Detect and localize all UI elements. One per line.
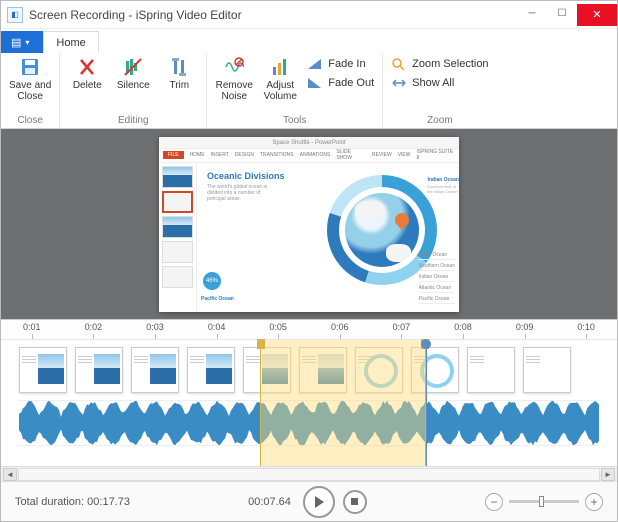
- preview-content: Space Shuttle - PowerPoint FILE HOME INS…: [159, 137, 459, 312]
- stop-button[interactable]: [343, 490, 367, 514]
- track-area: [1, 340, 617, 466]
- preview-area: Space Shuttle - PowerPoint FILE HOME INS…: [1, 129, 617, 319]
- fade-out-icon: [307, 75, 323, 91]
- timeline-ruler[interactable]: 0:010:020:030:040:050:060:070:080:090:10: [1, 320, 617, 340]
- scroll-right-button[interactable]: ►: [601, 468, 615, 481]
- zoom-slider[interactable]: [509, 500, 579, 503]
- ribbon: Save and Close Close Delete Silence Trim…: [1, 53, 617, 129]
- ribbon-group-tools: Remove Noise Adjust Volume Fade In Fade …: [207, 53, 383, 128]
- delete-button[interactable]: Delete: [68, 56, 106, 91]
- app-icon: ◧: [7, 7, 23, 23]
- playhead[interactable]: [426, 340, 427, 466]
- titlebar: ◧ Screen Recording - iSpring Video Edito…: [1, 1, 617, 29]
- zoom-slider-thumb[interactable]: [539, 496, 544, 507]
- video-frame: [467, 347, 515, 393]
- fade-in-button[interactable]: Fade In: [307, 56, 374, 72]
- video-frame: [19, 347, 67, 393]
- trim-icon: [168, 56, 190, 78]
- selection-handle-left[interactable]: [257, 339, 265, 349]
- save-and-close-button[interactable]: Save and Close: [9, 56, 51, 102]
- scroll-track[interactable]: [18, 468, 600, 481]
- current-time: 00:07.64: [248, 496, 291, 508]
- slide-legend: Arctic Ocean Southern Ocean Indian Ocean…: [419, 251, 455, 304]
- play-button[interactable]: [303, 486, 335, 518]
- ppt-slide: Oceanic Divisions The world's global oce…: [197, 163, 459, 312]
- show-all-icon: [391, 75, 407, 91]
- ppt-thumb: [162, 241, 193, 263]
- ppt-thumbnails: [159, 163, 197, 312]
- maximize-button[interactable]: ☐: [547, 4, 577, 24]
- zoom-out-button[interactable]: −: [485, 493, 503, 511]
- slide-subtitle: The world's global ocean is divided into…: [207, 184, 277, 202]
- adjust-volume-button[interactable]: Adjust Volume: [261, 56, 299, 102]
- video-frame: [523, 347, 571, 393]
- timeline-selection[interactable]: [260, 340, 426, 466]
- save-icon: [19, 56, 41, 78]
- video-frame: [131, 347, 179, 393]
- ribbon-group-close: Save and Close Close: [1, 53, 60, 128]
- silence-icon: [122, 56, 144, 78]
- trim-button[interactable]: Trim: [160, 56, 198, 91]
- tab-home[interactable]: Home: [43, 31, 98, 53]
- volume-icon: [269, 56, 291, 78]
- stop-icon: [351, 498, 358, 505]
- ribbon-group-zoom: Zoom Selection Show All Zoom: [383, 53, 496, 128]
- pacific-label: Pacific Ocean: [201, 296, 234, 302]
- delete-icon: [76, 56, 98, 78]
- total-duration: Total duration: 00:17.73: [15, 496, 130, 508]
- minimize-button[interactable]: ─: [517, 4, 547, 24]
- scroll-left-button[interactable]: ◄: [3, 468, 17, 481]
- remove-noise-button[interactable]: Remove Noise: [215, 56, 253, 102]
- ppt-thumb-selected: [162, 191, 193, 213]
- ppt-window-title: Space Shuttle - PowerPoint: [159, 137, 459, 149]
- zoom-selection-icon: [391, 56, 407, 72]
- window-title: Screen Recording - iSpring Video Editor: [29, 8, 242, 22]
- zoom-selection-button[interactable]: Zoom Selection: [391, 56, 488, 72]
- file-menu-button[interactable]: ▤▾: [1, 31, 43, 53]
- show-all-button[interactable]: Show All: [391, 75, 488, 91]
- status-bar: Total duration: 00:17.73 00:07.64 − +: [1, 481, 617, 521]
- zoom-control: − +: [485, 493, 603, 511]
- pacific-badge: 46%: [203, 272, 221, 290]
- ppt-thumb: [162, 216, 193, 238]
- ribbon-group-editing: Delete Silence Trim Editing: [60, 53, 207, 128]
- timeline: 0:010:020:030:040:050:060:070:080:090:10…: [1, 319, 617, 481]
- noise-icon: [223, 56, 245, 78]
- ribbon-tabs: ▤▾ Home: [1, 29, 617, 53]
- ppt-ribbon: FILE HOME INSERT DESIGN TRANSITIONS ANIM…: [159, 149, 459, 163]
- ppt-thumb: [162, 266, 193, 288]
- close-button[interactable]: ✕: [577, 4, 617, 26]
- video-frame: [75, 347, 123, 393]
- fade-in-icon: [307, 56, 323, 72]
- horizontal-scrollbar[interactable]: ◄ ►: [1, 466, 617, 481]
- video-frame: [187, 347, 235, 393]
- silence-button[interactable]: Silence: [114, 56, 152, 91]
- fade-out-button[interactable]: Fade Out: [307, 75, 374, 91]
- zoom-in-button[interactable]: +: [585, 493, 603, 511]
- ppt-thumb: [162, 166, 193, 188]
- play-icon: [315, 496, 324, 508]
